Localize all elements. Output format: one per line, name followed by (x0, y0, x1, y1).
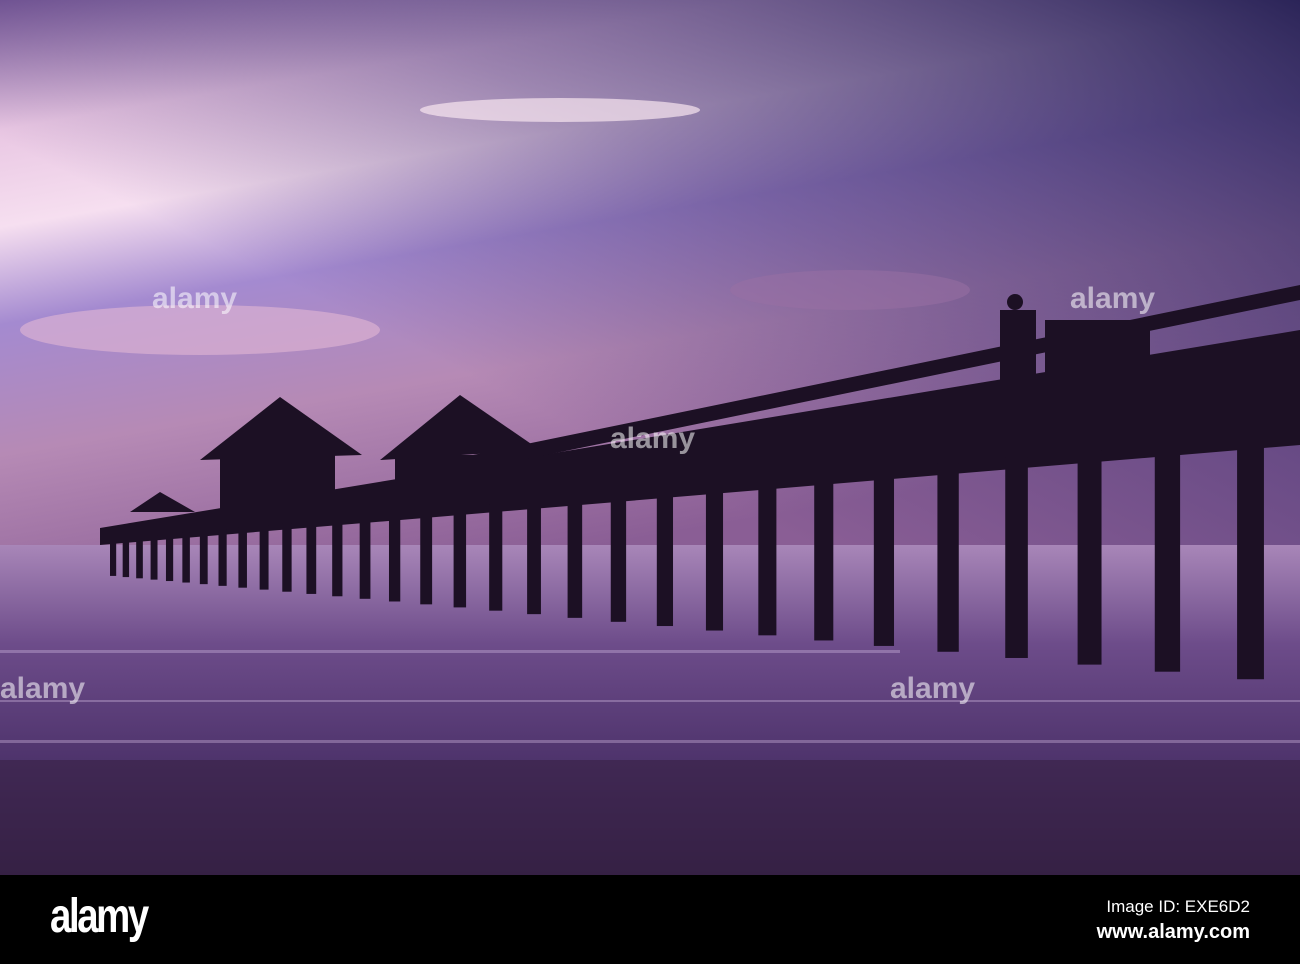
pier-piling (610, 493, 627, 622)
pier-piling (656, 488, 674, 627)
pier-piling (238, 527, 247, 588)
pier-piling (259, 525, 269, 590)
pier-piling (1154, 443, 1181, 672)
pier-piling (758, 479, 777, 636)
pier-piling (1237, 435, 1264, 680)
pier-piling (218, 529, 227, 586)
pier-piling (527, 500, 541, 615)
image-id: Image ID: EXE6D2 (1106, 897, 1250, 916)
pier-piling (814, 474, 834, 641)
pier-piling (122, 537, 130, 578)
pier-piling (199, 530, 208, 585)
pier-piling (359, 516, 371, 599)
watermark: alamy (890, 672, 976, 705)
watermark: alamy (0, 672, 86, 705)
watermark: alamy (152, 282, 238, 315)
pier-piling (489, 504, 503, 611)
pier-piling (705, 484, 724, 631)
pier-piling (150, 535, 158, 580)
website-link[interactable]: www.alamy.com (1097, 921, 1250, 944)
pier-piling (937, 463, 959, 652)
pier-piling (453, 507, 467, 608)
pier-piling (873, 469, 895, 646)
pier-piling (282, 523, 292, 592)
pier-piling (332, 518, 343, 597)
pier-piling (1005, 457, 1028, 658)
pier-piling (388, 513, 401, 602)
pier-piling (110, 539, 117, 576)
pier-piling (420, 510, 433, 605)
footer-bar: alamy Image ID: EXE6D2 www.alamy.com (0, 875, 1300, 964)
pier-piling (165, 533, 174, 582)
pier-piling (1077, 450, 1102, 665)
pier-piling (136, 536, 143, 579)
pier-piling (182, 532, 190, 583)
stock-photo: alamy alamy alamy alamy alamy alamy Imag… (0, 0, 1300, 964)
pier-piling (567, 497, 583, 618)
watermark: alamy (1070, 282, 1156, 315)
alamy-logo: alamy (50, 890, 149, 943)
watermark: alamy (610, 422, 696, 455)
pier-piling (306, 521, 317, 594)
